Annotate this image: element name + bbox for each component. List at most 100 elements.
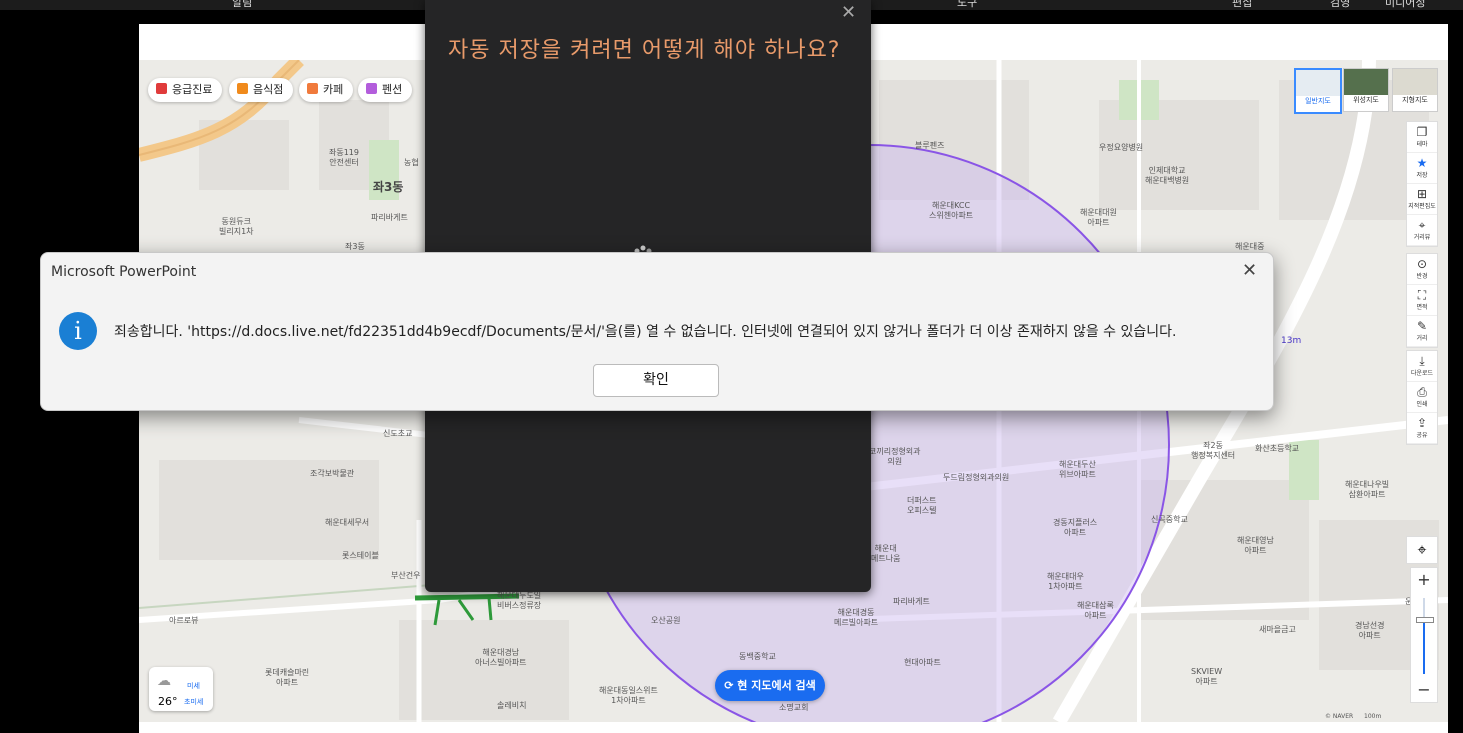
- map-label: 해운대두산 위브아파트: [1059, 460, 1096, 479]
- zoom-in-button[interactable]: +: [1411, 568, 1437, 592]
- map-label: 현대아파트: [904, 658, 941, 667]
- refresh-icon: ⟳: [724, 679, 738, 692]
- close-icon[interactable]: ✕: [841, 2, 856, 23]
- tool-column-bottom: ⤓ 다운로드 ⎙ 인쇄 ⇪ 공유: [1406, 350, 1438, 445]
- tool-print[interactable]: ⎙ 인쇄: [1407, 382, 1437, 413]
- map-label: 해운대두도일 비버스정류장: [497, 591, 542, 610]
- category-chip-pension[interactable]: 펜션: [358, 78, 413, 102]
- cross-icon: [156, 83, 167, 94]
- category-chip-cafe[interactable]: 카페: [299, 78, 354, 102]
- map-label: SKVIEW 아파트: [1191, 667, 1223, 686]
- map-label: 더퍼스트 오피스텔: [907, 496, 937, 515]
- fork-icon: [237, 83, 248, 94]
- taskbar-item[interactable]: 미디어정: [1385, 0, 1425, 10]
- map-label: 해운대대우 1차아파트: [1047, 572, 1084, 591]
- map-thumb: [1296, 70, 1340, 96]
- tool-theme[interactable]: ❐ 테마: [1407, 122, 1437, 153]
- grid-icon: ⊞: [1416, 187, 1428, 201]
- map-label: 조각보박물관: [310, 469, 355, 478]
- download-icon: ⤓: [1419, 354, 1425, 368]
- map-label: 해운대나우빌 삼환아파트: [1345, 480, 1390, 499]
- ok-button[interactable]: 확인: [593, 364, 719, 397]
- star-icon: ★: [1416, 156, 1428, 170]
- map-label: 신도초교: [383, 429, 413, 438]
- map-label: 파리바게트: [371, 213, 408, 222]
- tool-column-mid: ⊙ 반경 ⛶ 면적 ✎ 거리: [1406, 253, 1438, 348]
- map-label: 좌2동 행정복지센터: [1191, 441, 1236, 460]
- category-chip-restaurant[interactable]: 음식점: [229, 78, 294, 102]
- map-thumb: [1393, 69, 1437, 95]
- zoom-out-button[interactable]: −: [1411, 678, 1437, 702]
- layers-icon: ❐: [1416, 125, 1428, 139]
- share-icon: ⇪: [1416, 416, 1428, 430]
- map-label: 해운대중: [1235, 242, 1265, 251]
- map-label: 롯데캐슬마린 아파트: [265, 668, 310, 687]
- locate-button[interactable]: ⌖: [1406, 536, 1438, 564]
- map-label: 해운대영남 아파트: [1237, 536, 1274, 555]
- zoom-handle[interactable]: [1416, 617, 1434, 623]
- help-title: 자동 저장을 켜려면 어떻게 해야 하나요?: [448, 38, 841, 63]
- map-label: 경동지플러스 아파트: [1053, 518, 1098, 537]
- ruler-icon: ✎: [1416, 319, 1428, 333]
- cloud-icon: ☁: [157, 673, 171, 689]
- map-label: 신곡중학교: [1151, 515, 1188, 524]
- map-label: 아르로뷰: [169, 616, 199, 625]
- tool-radius[interactable]: ⊙ 반경: [1407, 254, 1437, 285]
- map-label: 농협: [404, 158, 419, 167]
- cup-icon: [307, 83, 318, 94]
- zoom-level-fill: [1423, 620, 1425, 674]
- map-label: 해운대세무서: [325, 518, 370, 527]
- dialog-title: Microsoft PowerPoint: [51, 264, 197, 280]
- map-label: 해운대 메트나움: [871, 544, 901, 563]
- search-this-area-button[interactable]: ⟳ 현 지도에서 검색: [715, 670, 825, 701]
- map-label: 파리바게트: [893, 597, 930, 606]
- tool-save[interactable]: ★ 저장: [1407, 153, 1437, 184]
- maptype-satellite[interactable]: 위성지도: [1343, 68, 1389, 112]
- map-label: 해운대경동 메르빌아파트: [834, 608, 879, 627]
- tool-cadastral[interactable]: ⊞ 지적편집도: [1407, 184, 1437, 215]
- bed-icon: [366, 83, 377, 94]
- print-icon: ⎙: [1417, 385, 1427, 399]
- tool-download[interactable]: ⤓ 다운로드: [1407, 351, 1437, 382]
- map-label: 동원듀크 빌리지1차: [219, 217, 254, 236]
- temperature: 26°: [158, 695, 178, 708]
- info-icon: i: [59, 312, 97, 350]
- maptype-normal[interactable]: 일반지도: [1294, 68, 1342, 114]
- taskbar-item[interactable]: 도구: [957, 0, 977, 10]
- close-icon[interactable]: ✕: [1242, 260, 1257, 281]
- tool-area[interactable]: ⛶ 면적: [1407, 285, 1437, 316]
- map-label: 우정요양병원: [1099, 143, 1144, 152]
- target-icon: ⊙: [1416, 257, 1428, 271]
- crosshair-icon: ⌖: [1417, 540, 1427, 559]
- map-label: 해운대동일스위트 1차아파트: [599, 686, 658, 705]
- pin-icon: ⌖: [1418, 218, 1426, 232]
- tool-streetview[interactable]: ⌖ 거리뷰: [1407, 215, 1437, 246]
- zoom-control: + −: [1410, 567, 1438, 703]
- weather-widget[interactable]: ☁ 26° 미세 초미세: [149, 667, 213, 711]
- map-label: 해운대경남 아너스빌아파트: [475, 648, 527, 667]
- map-label: 솔레비치: [497, 701, 527, 710]
- taskbar-item[interactable]: 편집: [1232, 0, 1252, 10]
- map-label: 해운대대원 아파트: [1080, 208, 1117, 227]
- powerpoint-error-dialog: Microsoft PowerPoint ✕ i 죄송합니다. 'https:/…: [40, 252, 1274, 411]
- map-label: 블루펜즈: [915, 141, 945, 150]
- ultrafine-dust: 초미세: [184, 698, 204, 706]
- fine-dust: 미세: [187, 682, 200, 690]
- map-label: 소명교회: [779, 703, 809, 712]
- tool-share[interactable]: ⇪ 공유: [1407, 413, 1437, 444]
- map-label: 해운대KCC 스위첸아파트: [929, 201, 974, 220]
- category-chip-emergency[interactable]: 응급진료: [148, 78, 223, 102]
- tool-distance[interactable]: ✎ 거리: [1407, 316, 1437, 347]
- map-label: 코끼리정형외과 의원: [869, 447, 921, 466]
- dialog-message: 죄송합니다. 'https://d.docs.live.net/fd22351d…: [114, 324, 1177, 340]
- square-icon: ⛶: [1417, 288, 1427, 302]
- map-label: 해운대삼록 아파트: [1077, 601, 1114, 620]
- taskbar-item[interactable]: 알림: [232, 0, 252, 10]
- taskbar-item[interactable]: 검영: [1330, 0, 1350, 10]
- maptype-terrain[interactable]: 지형지도: [1392, 68, 1438, 112]
- map-scale: 100m: [1364, 713, 1382, 720]
- map-label: 동백중학교: [739, 652, 776, 661]
- tool-column-top: ❐ 테마 ★ 저장 ⊞ 지적편집도 ⌖ 거리뷰: [1406, 121, 1438, 247]
- map-label: 좌3동: [345, 242, 365, 251]
- map-label: 부산건우: [391, 571, 421, 580]
